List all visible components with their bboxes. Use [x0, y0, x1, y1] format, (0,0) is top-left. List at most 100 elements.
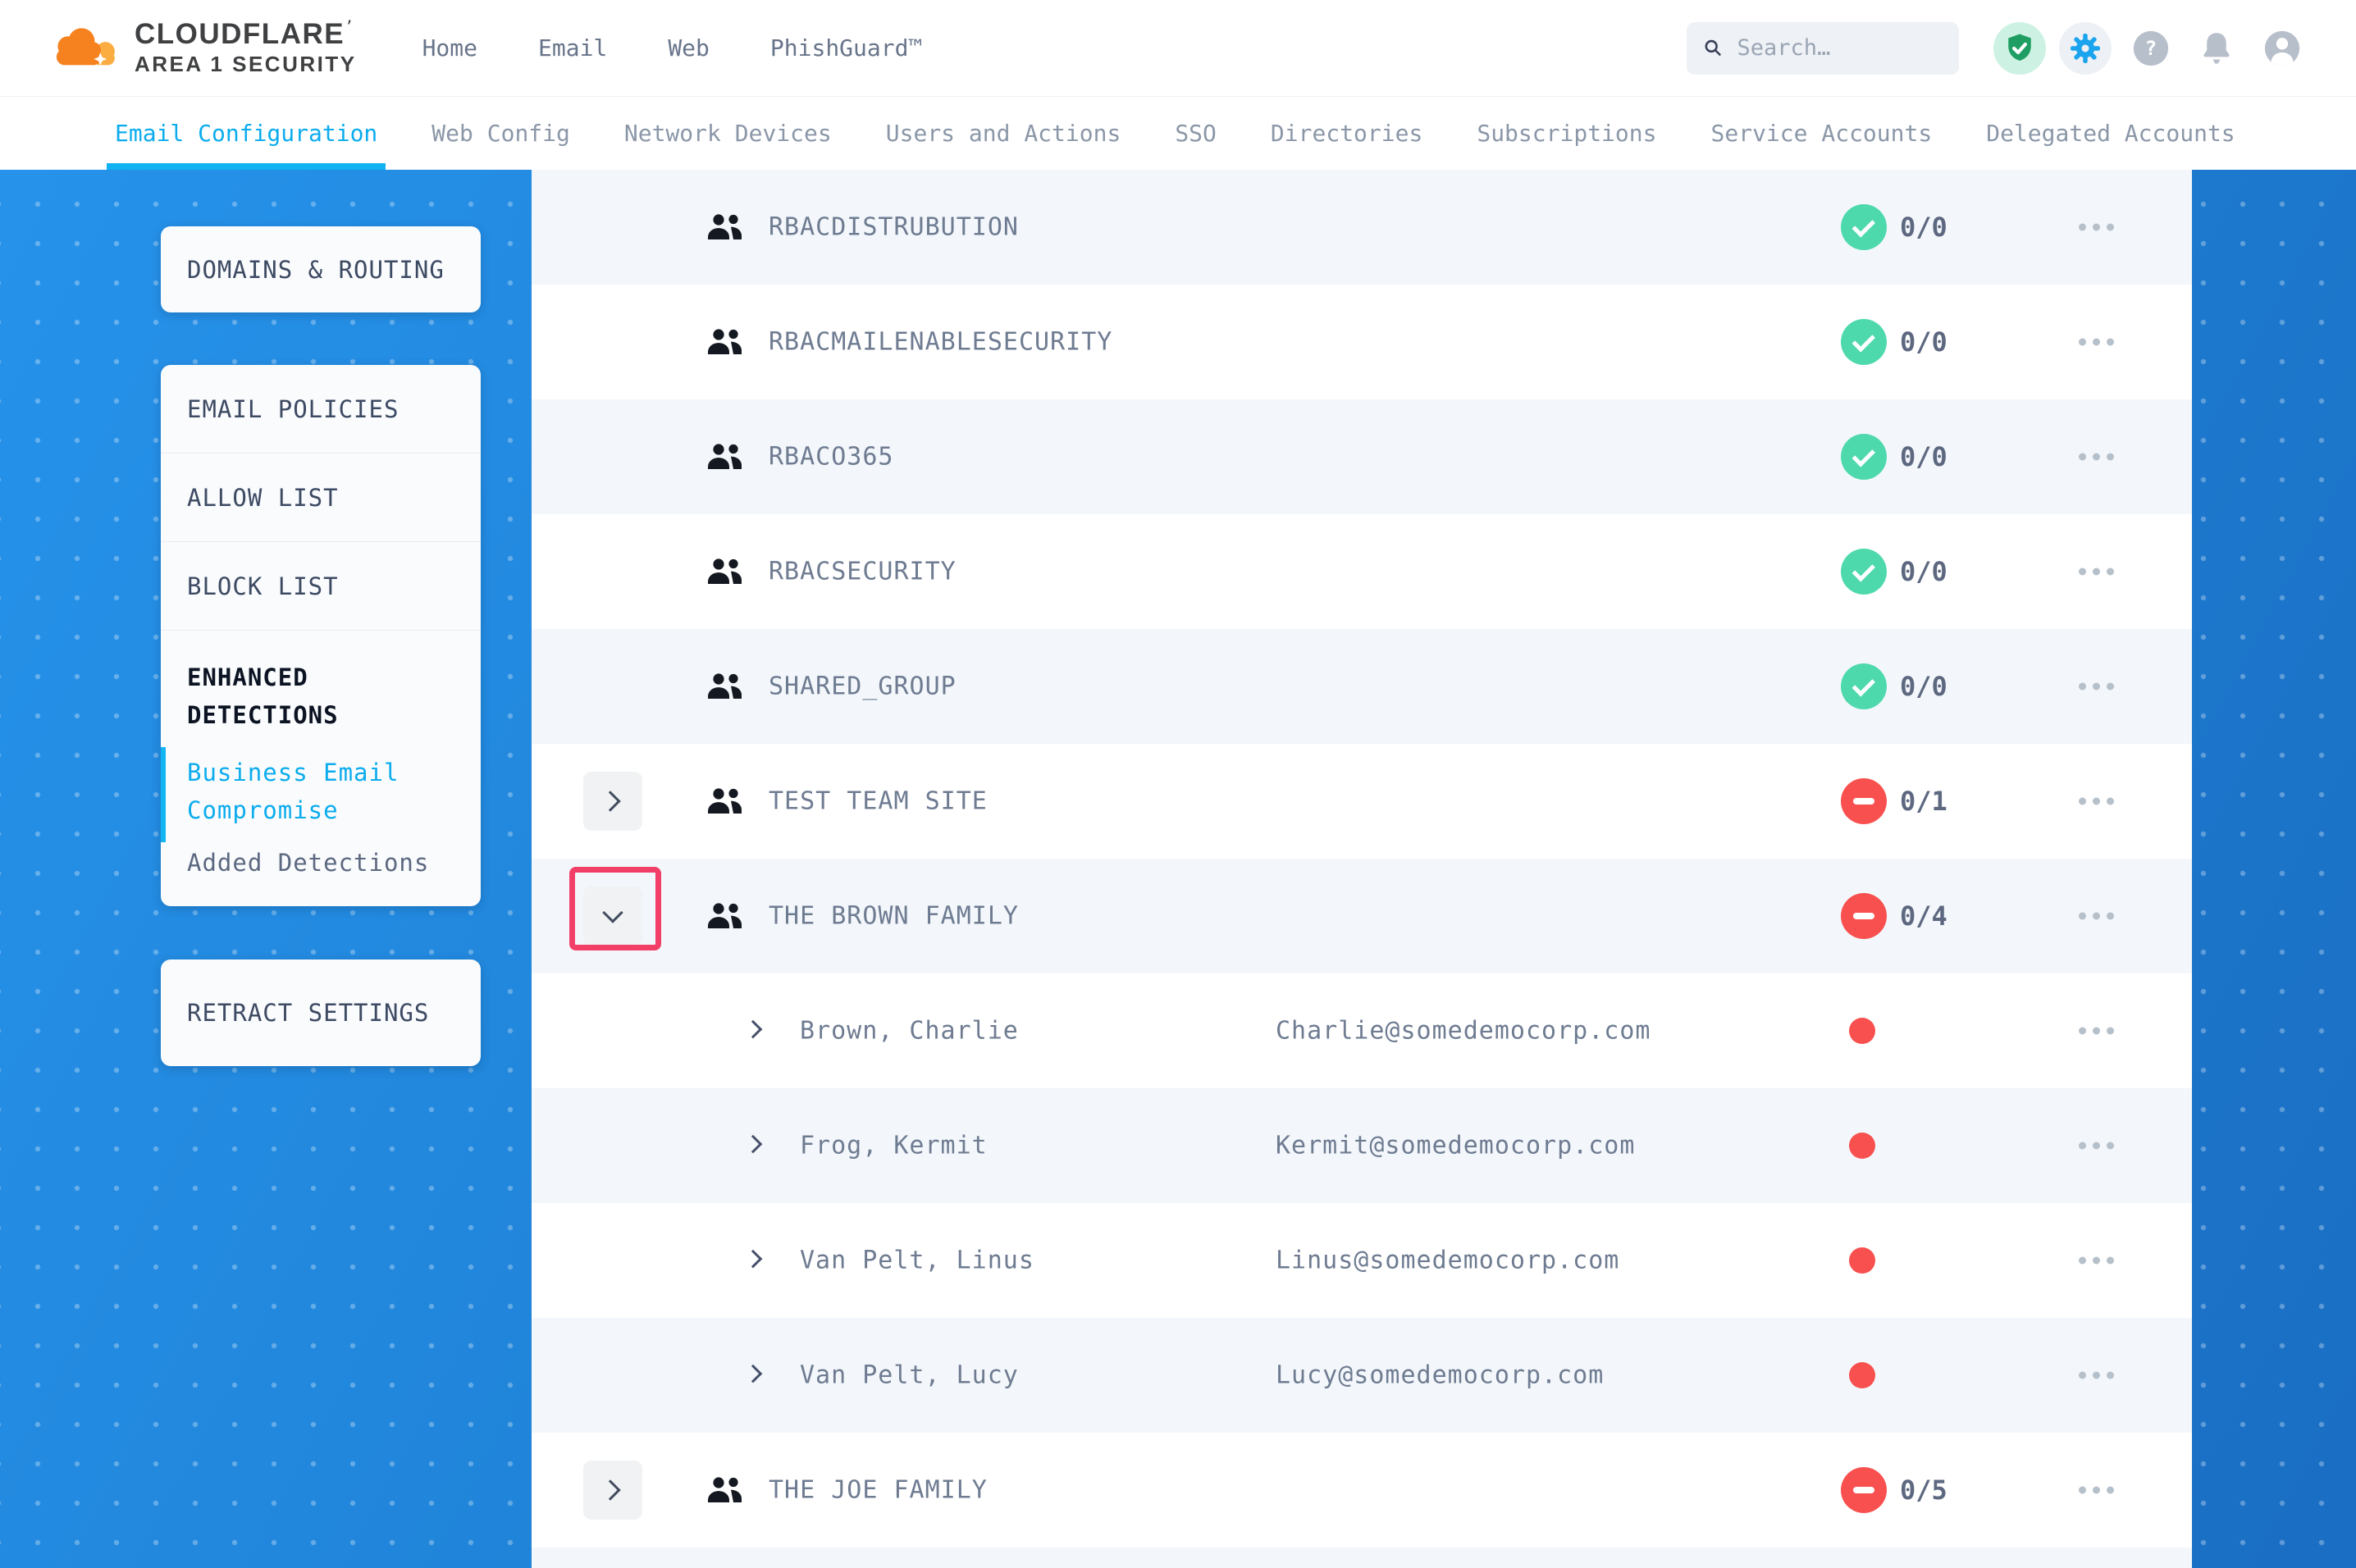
- minus-icon: [1853, 798, 1874, 805]
- status-badge: [1841, 549, 1887, 595]
- row-menu-button[interactable]: [2079, 1142, 2114, 1150]
- header-right: ?: [1687, 22, 2308, 75]
- row-menu-button[interactable]: [2079, 1372, 2114, 1379]
- chevron-right-icon: [744, 1135, 763, 1154]
- expand-toggle-button[interactable]: [583, 772, 642, 831]
- sidebar-label: EMAIL POLICIES: [187, 395, 399, 423]
- brand-subtitle: AREA 1 SECURITY: [135, 53, 357, 75]
- nav-home[interactable]: Home: [422, 34, 477, 62]
- status-badge: [1841, 893, 1887, 939]
- svg-text:?: ?: [2145, 36, 2157, 60]
- row-menu-button[interactable]: [2079, 568, 2114, 576]
- nav-web[interactable]: Web: [668, 34, 710, 62]
- tab-email-configuration[interactable]: Email Configuration: [115, 97, 377, 170]
- row-menu-button[interactable]: [2079, 1487, 2114, 1494]
- row-menu-button[interactable]: [2079, 454, 2114, 461]
- status-count: 0/0: [1900, 441, 1947, 472]
- row-name: RBACSECURITY: [769, 558, 957, 586]
- tab-sso[interactable]: SSO: [1175, 97, 1217, 170]
- row-name: THE BROWN FAMILY: [769, 902, 1019, 931]
- brand-name: CLOUDFLARE: [135, 18, 345, 50]
- sidebar-item-domains-routing[interactable]: DOMAINS & ROUTING: [161, 226, 481, 312]
- app-header: CLOUDFLARE’ AREA 1 SECURITY Home Email W…: [0, 0, 2356, 97]
- row-menu-button[interactable]: [2079, 1028, 2114, 1035]
- row-name: Van Pelt, Lucy: [800, 1361, 1019, 1390]
- status-count: 0/0: [1900, 212, 1947, 243]
- table-row: TEST TEAM SITE 0/1: [532, 744, 2192, 859]
- tab-network-devices[interactable]: Network Devices: [624, 97, 832, 170]
- nav-email[interactable]: Email: [538, 34, 607, 62]
- tab-delegated-accounts[interactable]: Delegated Accounts: [1986, 97, 2235, 170]
- check-icon: [1851, 329, 1874, 352]
- sidebar-item-block-list[interactable]: BLOCK LIST: [161, 542, 481, 630]
- chevron-right-icon: [744, 1250, 763, 1269]
- row-menu-button[interactable]: [2079, 224, 2114, 231]
- group-icon: [706, 786, 746, 816]
- row-menu-button[interactable]: [2079, 1257, 2114, 1265]
- table-row: Van Pelt, Lucy Lucy@somedemocorp.com: [532, 1318, 2192, 1433]
- security-status-button[interactable]: [1993, 22, 2046, 75]
- row-menu-button[interactable]: [2079, 683, 2114, 691]
- tab-users-and-actions[interactable]: Users and Actions: [886, 97, 1121, 170]
- row-name: Frog, Kermit: [800, 1132, 988, 1160]
- table-row: Brown, Charlie Charlie@somedemocorp.com: [532, 973, 2192, 1088]
- sidebar-item-allow-list[interactable]: ALLOW LIST: [161, 454, 481, 541]
- row-name: RBACO365: [769, 443, 894, 472]
- primary-nav: Home Email Web PhishGuard™: [422, 34, 923, 62]
- row-name: RBACDISTRUBUTION: [769, 213, 1019, 242]
- group-icon: [706, 1475, 746, 1505]
- row-menu-button[interactable]: [2079, 339, 2114, 346]
- tab-directories[interactable]: Directories: [1271, 97, 1422, 170]
- account-button[interactable]: [2256, 22, 2308, 75]
- sidebar-item-retract-settings[interactable]: RETRACT SETTINGS: [161, 959, 481, 1066]
- search-input[interactable]: [1736, 34, 1943, 62]
- nav-phishguard[interactable]: PhishGuard™: [770, 34, 922, 62]
- row-menu-button[interactable]: [2079, 913, 2114, 920]
- table-row: [532, 1547, 2192, 1568]
- table-row: RBACDISTRUBUTION 0/0: [532, 170, 2192, 285]
- status-count: 0/5: [1900, 1475, 1947, 1506]
- row-email: Charlie@somedemocorp.com: [1276, 1017, 1651, 1046]
- row-name: TEST TEAM SITE: [769, 787, 988, 816]
- account-icon: [2261, 27, 2303, 70]
- sidebar-item-email-policies[interactable]: EMAIL POLICIES: [161, 365, 481, 453]
- tab-web-config[interactable]: Web Config: [431, 97, 570, 170]
- status-dot: [1849, 1362, 1875, 1388]
- status-dot: [1849, 1133, 1875, 1159]
- expand-toggle-button[interactable]: [583, 1461, 642, 1520]
- chevron-icon: [600, 1479, 620, 1500]
- status-badge: [1841, 319, 1887, 365]
- group-icon: [706, 327, 746, 357]
- sidebar-item-enhanced-detections[interactable]: ENHANCED DETECTIONS: [161, 631, 481, 734]
- check-icon: [1851, 444, 1874, 467]
- table-row: SHARED_GROUP 0/0: [532, 629, 2192, 744]
- table-row: Frog, Kermit Kermit@somedemocorp.com: [532, 1088, 2192, 1203]
- sidebar-item-business-email-compromise[interactable]: Business Email Compromise: [161, 754, 481, 829]
- status-dot: [1849, 1018, 1875, 1044]
- status-count: 0/0: [1900, 556, 1947, 587]
- search-box[interactable]: [1687, 22, 1959, 75]
- table-row: RBACMAILENABLESECURITY 0/0: [532, 285, 2192, 399]
- check-icon: [1851, 214, 1874, 237]
- cloudflare-cloud-icon: [48, 24, 123, 71]
- tab-service-accounts[interactable]: Service Accounts: [1711, 97, 1933, 170]
- search-icon: [1703, 36, 1724, 61]
- status-count: 0/1: [1900, 786, 1947, 817]
- status-count: 0/4: [1900, 900, 1947, 932]
- tab-subscriptions[interactable]: Subscriptions: [1477, 97, 1656, 170]
- cloudflare-logo: CLOUDFLARE’ AREA 1 SECURITY: [48, 20, 357, 75]
- row-menu-button[interactable]: [2079, 798, 2114, 805]
- notifications-button[interactable]: [2190, 22, 2243, 75]
- sidebar-item-added-detections[interactable]: Added Detections: [161, 849, 481, 877]
- row-name: Brown, Charlie: [800, 1017, 1019, 1046]
- help-button[interactable]: ?: [2125, 22, 2177, 75]
- bell-icon: [2196, 28, 2237, 69]
- table-row: RBACSECURITY 0/0: [532, 514, 2192, 629]
- check-icon: [1851, 558, 1874, 581]
- settings-button[interactable]: [2059, 22, 2112, 75]
- status-badge: [1841, 663, 1887, 709]
- check-icon: [1851, 673, 1874, 696]
- brand-trademark: ’: [345, 18, 354, 35]
- help-icon: ?: [2130, 27, 2172, 70]
- table-row: THE BROWN FAMILY 0/4: [532, 859, 2192, 973]
